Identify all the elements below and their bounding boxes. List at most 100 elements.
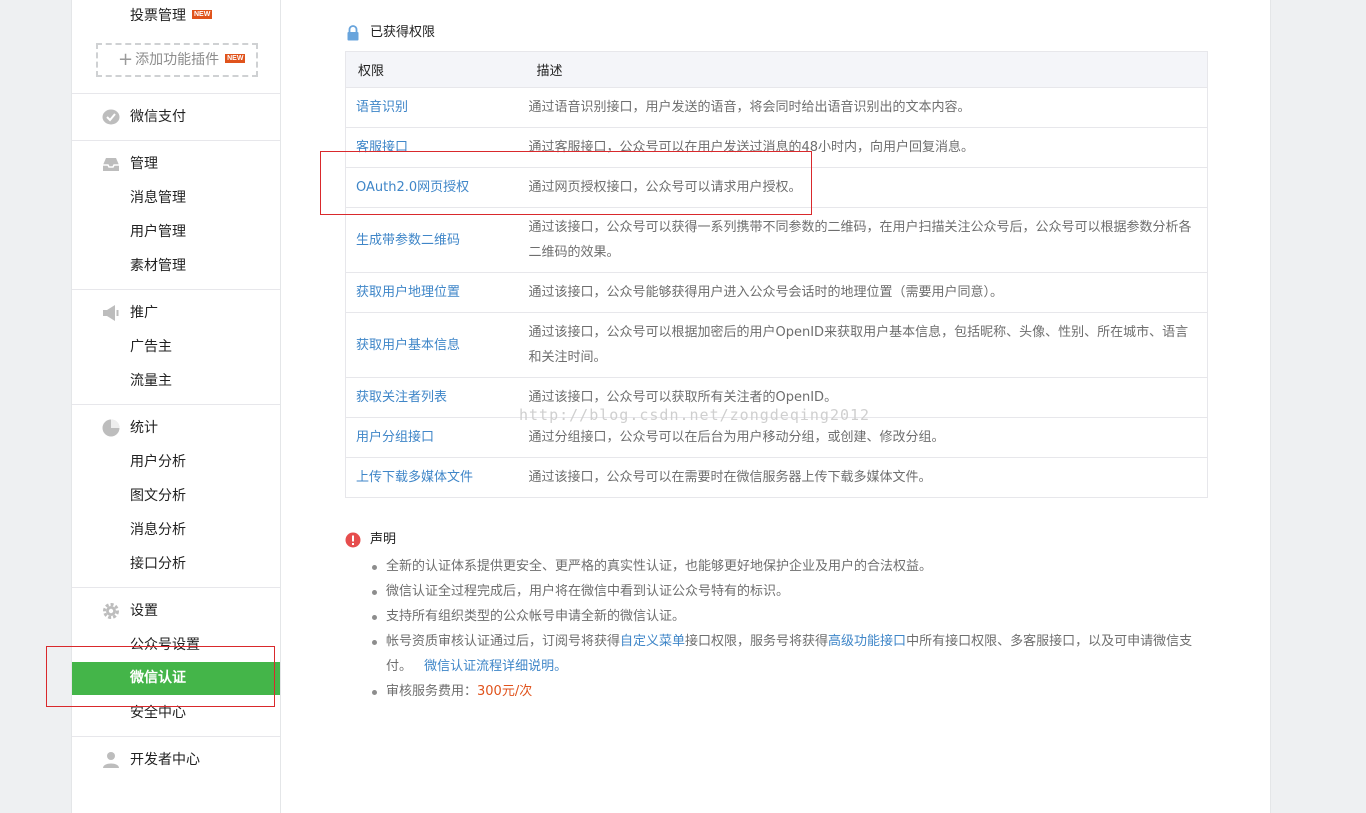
list-item: 全新的认证体系提供更安全、更严格的真实性认证，也能够更好地保护企业及用户的合法权… <box>372 554 1216 579</box>
permission-description: 通过语音识别接口，用户发送的语音，将会同时给出语音识别出的文本内容。 <box>524 87 1208 128</box>
permission-description: 通过该接口，公众号可以获得一系列携带不同参数的二维码，在用户扫描关注公众号后，公… <box>524 207 1208 273</box>
divider <box>72 587 280 588</box>
note-text: 帐号资质审核认证通过后，订阅号将获得 <box>386 634 621 649</box>
sidebar-item-label: 消息分析 <box>130 522 186 538</box>
sidebar-item-message-analysis[interactable]: 消息分析 <box>130 518 186 542</box>
sidebar-item-api-analysis[interactable]: 接口分析 <box>130 552 186 576</box>
permission-description: 通过该接口，公众号可以获取所有关注者的OpenID。 <box>524 377 1208 418</box>
permission-description: 通过分组接口，公众号可以在后台为用户移动分组，或创建、修改分组。 <box>524 417 1208 458</box>
permission-link-follower-list[interactable]: 获取关注者列表 <box>345 377 525 418</box>
list-item: 支持所有组织类型的公众帐号申请全新的微信认证。 <box>372 604 1216 629</box>
sidebar-item-message-management[interactable]: 消息管理 <box>130 186 186 210</box>
permission-description: 通过网页授权接口，公众号可以请求用户授权。 <box>524 167 1208 208</box>
list-item: 审核服务费用：300元/次 <box>372 679 1216 704</box>
divider <box>72 140 280 141</box>
divider <box>72 289 280 290</box>
main-content: 已获得权限 权限 描述 语音识别 通过语音识别接口，用户发送的语音，将会同时给出… <box>282 0 1270 813</box>
column-header-permission: 权限 <box>345 51 525 88</box>
permission-description: 通过客服接口，公众号可以在用户发送过消息的48小时内，向用户回复消息。 <box>524 127 1208 168</box>
advanced-api-link[interactable]: 高级功能接口 <box>828 634 906 649</box>
sidebar-item-label: 素材管理 <box>130 258 186 274</box>
sidebar-item-vote-management[interactable]: 投票管理 NEW <box>130 4 213 28</box>
permission-description: 通过该接口，公众号能够获得用户进入公众号会话时的地理位置（需要用户同意）。 <box>524 272 1208 313</box>
pie-chart-icon <box>102 419 120 437</box>
table-row: OAuth2.0网页授权 通过网页授权接口，公众号可以请求用户授权。 <box>345 167 1208 208</box>
new-badge: NEW <box>225 54 246 63</box>
fee-label: 审核服务费用： <box>386 684 478 699</box>
app-frame: 投票管理 NEW + 添加功能插件 NEW 微信支付 管理 消息管理 用户管理 素材管… <box>71 0 1271 813</box>
list-item: 帐号资质审核认证通过后，订阅号将获得自定义菜单接口权限，服务号将获得高级功能接口… <box>372 629 1216 679</box>
sidebar-item-label: 用户分析 <box>130 454 186 470</box>
statement-notes-list: 全新的认证体系提供更安全、更严格的真实性认证，也能够更好地保护企业及用户的合法权… <box>372 554 1216 704</box>
sidebar-item-user-analysis[interactable]: 用户分析 <box>130 450 186 474</box>
sidebar-item-user-management[interactable]: 用户管理 <box>130 220 186 244</box>
inbox-icon <box>103 158 119 171</box>
permission-link-media-files[interactable]: 上传下载多媒体文件 <box>345 457 525 498</box>
new-badge: NEW <box>192 10 213 19</box>
sidebar-item-article-analysis[interactable]: 图文分析 <box>130 484 186 508</box>
add-plugin-label: 添加功能插件 <box>135 52 220 68</box>
table-row: 获取用户地理位置 通过该接口，公众号能够获得用户进入公众号会话时的地理位置（需要… <box>345 272 1208 313</box>
plus-icon: + <box>118 49 134 70</box>
gear-icon <box>103 603 119 619</box>
table-row: 用户分组接口 通过分组接口，公众号可以在后台为用户移动分组，或创建、修改分组。 <box>345 417 1208 458</box>
table-row: 生成带参数二维码 通过该接口，公众号可以获得一系列携带不同参数的二维码，在用户扫… <box>345 207 1208 273</box>
permission-link-location[interactable]: 获取用户地理位置 <box>345 272 525 313</box>
permission-link-user-info[interactable]: 获取用户基本信息 <box>345 312 525 378</box>
divider <box>72 404 280 405</box>
divider <box>72 736 280 737</box>
sidebar-item-label: 广告主 <box>130 339 172 355</box>
sidebar-group-label: 开发者中心 <box>130 752 200 768</box>
sidebar-group-label: 设置 <box>130 603 158 619</box>
list-item: 微信认证全过程完成后，用户将在微信中看到认证公众号特有的标识。 <box>372 579 1216 604</box>
verification-process-link[interactable]: 微信认证流程详细说明。 <box>424 659 567 674</box>
add-plugin-button[interactable]: + 添加功能插件 NEW <box>96 43 258 77</box>
sidebar-item-label: 投票管理 <box>130 8 186 24</box>
sidebar-item-advertiser[interactable]: 广告主 <box>130 335 172 359</box>
section-title-text: 声明 <box>370 532 397 547</box>
sidebar-item-label: 公众号设置 <box>130 637 200 653</box>
sidebar-item-label: 图文分析 <box>130 488 186 504</box>
fee-value: 300元/次 <box>477 684 533 699</box>
sidebar-item-account-settings[interactable]: 公众号设置 <box>130 633 200 657</box>
sidebar-group-label: 管理 <box>130 156 158 172</box>
sidebar-group-label: 推广 <box>130 305 158 321</box>
table-row: 上传下载多媒体文件 通过该接口，公众号可以在需要时在微信服务器上传下载多媒体文件… <box>345 457 1208 498</box>
table-row: 语音识别 通过语音识别接口，用户发送的语音，将会同时给出语音识别出的文本内容。 <box>345 87 1208 128</box>
table-header-row: 权限 描述 <box>345 51 1208 88</box>
table-row: 客服接口 通过客服接口，公众号可以在用户发送过消息的48小时内，向用户回复消息。 <box>345 127 1208 168</box>
table-row: 获取用户基本信息 通过该接口，公众号可以根据加密后的用户OpenID来获取用户基… <box>345 312 1208 378</box>
sidebar: 投票管理 NEW + 添加功能插件 NEW 微信支付 管理 消息管理 用户管理 素材管… <box>72 0 281 813</box>
table-row: 获取关注者列表 通过该接口，公众号可以获取所有关注者的OpenID。 <box>345 377 1208 418</box>
sidebar-item-label: 消息管理 <box>130 190 186 206</box>
sidebar-group-label: 微信支付 <box>130 109 186 125</box>
permission-link-user-groups[interactable]: 用户分组接口 <box>345 417 525 458</box>
permission-description: 通过该接口，公众号可以根据加密后的用户OpenID来获取用户基本信息，包括昵称、… <box>524 312 1208 378</box>
permission-link-qrcode[interactable]: 生成带参数二维码 <box>345 207 525 273</box>
column-header-description: 描述 <box>524 51 1208 88</box>
note-text: 接口权限，服务号将获得 <box>685 634 829 649</box>
megaphone-icon <box>103 305 119 321</box>
sidebar-item-label: 用户管理 <box>130 224 186 240</box>
permission-description: 通过该接口，公众号可以在需要时在微信服务器上传下载多媒体文件。 <box>524 457 1208 498</box>
permission-link-voice-recognition[interactable]: 语音识别 <box>345 87 525 128</box>
sidebar-item-wechat-verification[interactable]: 微信认证 <box>72 662 280 695</box>
exclamation-icon <box>345 532 361 548</box>
sidebar-item-material-management[interactable]: 素材管理 <box>130 254 186 278</box>
lock-icon <box>347 25 359 41</box>
sidebar-item-label: 流量主 <box>130 373 172 389</box>
sidebar-item-label: 安全中心 <box>130 705 186 721</box>
custom-menu-link[interactable]: 自定义菜单 <box>620 634 685 649</box>
permission-link-customer-service[interactable]: 客服接口 <box>345 127 525 168</box>
person-icon <box>103 752 119 768</box>
sidebar-item-security-center[interactable]: 安全中心 <box>130 701 186 725</box>
sidebar-item-publisher[interactable]: 流量主 <box>130 369 172 393</box>
sidebar-item-label: 接口分析 <box>130 556 186 572</box>
wechat-pay-icon <box>102 109 120 125</box>
sidebar-item-label: 微信认证 <box>130 670 186 686</box>
sidebar-group-label: 统计 <box>130 420 158 436</box>
divider <box>72 93 280 94</box>
section-title-text: 已获得权限 <box>370 25 436 40</box>
permissions-table: 权限 描述 语音识别 通过语音识别接口，用户发送的语音，将会同时给出语音识别出的… <box>345 51 1208 498</box>
permission-link-oauth[interactable]: OAuth2.0网页授权 <box>345 167 525 208</box>
